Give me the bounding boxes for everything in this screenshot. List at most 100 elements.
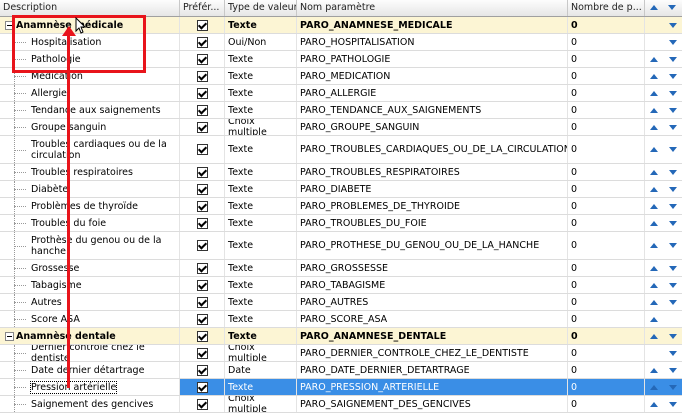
description-cell[interactable]: Allergie <box>0 85 180 101</box>
move-up-icon[interactable] <box>650 333 658 339</box>
move-up-cell[interactable] <box>645 294 663 310</box>
count-cell[interactable]: 0 <box>568 68 645 84</box>
table-row[interactable]: Tabagisme Texte PARO_TABAGISME 0 <box>0 277 682 294</box>
table-row[interactable]: Troubles respiratoires Texte PARO_TROUBL… <box>0 164 682 181</box>
parameter-name-cell[interactable]: PARO_TABAGISME <box>297 277 568 293</box>
preferred-cell[interactable] <box>180 17 225 33</box>
preferred-cell[interactable] <box>180 119 225 135</box>
move-up-cell[interactable] <box>645 102 663 118</box>
parameter-name-cell[interactable]: PARO_PATHOLOGIE <box>297 51 568 67</box>
move-down-icon[interactable] <box>668 22 677 28</box>
parameter-name-cell[interactable]: PARO_TROUBLES_RESPIRATOIRES <box>297 164 568 180</box>
count-cell[interactable]: 0 <box>568 198 645 214</box>
table-row[interactable]: Autres Texte PARO_AUTRES 0 <box>0 294 682 311</box>
move-down-cell[interactable] <box>663 164 682 180</box>
value-type-cell[interactable]: Texte <box>225 328 297 344</box>
parameter-name-cell[interactable]: PARO_TROUBLES_CARDIAQUES_OU_DE_LA_CIRCUL… <box>297 136 568 163</box>
move-down-cell[interactable] <box>663 34 682 50</box>
value-type-cell[interactable]: Texte <box>225 102 297 118</box>
preferred-cell[interactable] <box>180 294 225 310</box>
value-type-cell[interactable]: Texte <box>225 68 297 84</box>
header-move-down-icon[interactable] <box>668 5 676 10</box>
move-down-cell[interactable] <box>663 396 682 412</box>
count-cell[interactable]: 0 <box>568 102 645 118</box>
move-up-cell[interactable] <box>645 345 663 361</box>
value-type-cell[interactable]: Texte <box>225 181 297 197</box>
count-cell[interactable]: 0 <box>568 311 645 327</box>
parameter-name-cell[interactable]: PARO_PROBLEMES_DE_THYROIDE <box>297 198 568 214</box>
preferred-checkbox[interactable] <box>196 87 208 99</box>
value-type-cell[interactable]: Texte <box>225 136 297 163</box>
value-type-cell[interactable]: Date <box>225 362 297 378</box>
value-type-cell[interactable]: Texte <box>225 215 297 231</box>
move-down-icon[interactable] <box>668 186 677 192</box>
move-up-icon[interactable] <box>650 169 658 175</box>
description-cell[interactable]: Prothèse du genou ou de la hanche <box>0 232 180 259</box>
parameter-name-cell[interactable]: PARO_DIABETE <box>297 181 568 197</box>
group-row[interactable]: Anamnèse dentale Texte PARO_ANAMNESE_DEN… <box>0 328 682 345</box>
count-cell[interactable]: 0 <box>568 136 645 163</box>
preferred-checkbox[interactable] <box>196 296 208 308</box>
value-type-cell[interactable]: Texte <box>225 51 297 67</box>
move-down-cell[interactable] <box>663 198 682 214</box>
preferred-checkbox[interactable] <box>196 279 208 291</box>
table-row[interactable]: Troubles du foie Texte PARO_TROUBLES_DU_… <box>0 215 682 232</box>
move-down-cell[interactable] <box>663 379 682 395</box>
move-down-icon[interactable] <box>668 299 677 305</box>
move-up-cell[interactable] <box>645 119 663 135</box>
move-up-cell[interactable] <box>645 68 663 84</box>
move-down-cell[interactable] <box>663 345 682 361</box>
move-up-cell[interactable] <box>645 164 663 180</box>
move-up-icon[interactable] <box>650 73 658 79</box>
move-up-icon[interactable] <box>650 367 658 373</box>
preferred-checkbox[interactable] <box>196 240 208 251</box>
description-cell[interactable]: Troubles respiratoires <box>0 164 180 180</box>
count-cell[interactable]: 0 <box>568 277 645 293</box>
preferred-checkbox[interactable] <box>196 183 208 195</box>
value-type-cell[interactable]: Texte <box>225 17 297 33</box>
count-cell[interactable]: 0 <box>568 379 645 395</box>
table-row[interactable]: Allergie Texte PARO_ALLERGIE 0 <box>0 85 682 102</box>
preferred-checkbox[interactable] <box>196 70 208 82</box>
parameter-name-cell[interactable]: PARO_ANAMNESE_MEDICALE <box>297 17 568 33</box>
preferred-cell[interactable] <box>180 51 225 67</box>
move-down-icon[interactable] <box>668 169 677 175</box>
preferred-cell[interactable] <box>180 232 225 259</box>
move-down-cell[interactable] <box>663 85 682 101</box>
move-up-icon[interactable] <box>650 186 658 192</box>
preferred-checkbox[interactable] <box>196 313 208 325</box>
move-up-icon[interactable] <box>650 90 658 96</box>
move-up-cell[interactable] <box>645 277 663 293</box>
move-up-icon[interactable] <box>650 124 658 130</box>
value-type-cell[interactable]: Texte <box>225 294 297 310</box>
move-down-cell[interactable] <box>663 362 682 378</box>
move-up-cell[interactable] <box>645 34 663 50</box>
move-down-cell[interactable] <box>663 232 682 259</box>
parameter-name-cell[interactable]: PARO_DATE_DERNIER_DETARTRAGE <box>297 362 568 378</box>
move-up-cell[interactable] <box>645 215 663 231</box>
preferred-checkbox[interactable] <box>196 200 208 212</box>
count-cell[interactable]: 0 <box>568 34 645 50</box>
move-down-icon[interactable] <box>668 333 677 339</box>
move-down-icon[interactable] <box>668 147 677 152</box>
column-header-value-type[interactable]: Type de valeur <box>225 0 297 16</box>
preferred-cell[interactable] <box>180 277 225 293</box>
value-type-cell[interactable]: Texte <box>225 379 297 395</box>
move-up-icon[interactable] <box>650 147 658 152</box>
move-up-cell[interactable] <box>645 232 663 259</box>
move-up-cell[interactable] <box>645 136 663 163</box>
preferred-checkbox[interactable] <box>196 104 208 116</box>
preferred-checkbox[interactable] <box>196 166 208 178</box>
count-cell[interactable]: 0 <box>568 215 645 231</box>
preferred-checkbox[interactable] <box>196 53 208 65</box>
move-up-cell[interactable] <box>645 379 663 395</box>
preferred-cell[interactable] <box>180 181 225 197</box>
description-cell[interactable]: Tabagisme <box>0 277 180 293</box>
count-cell[interactable]: 0 <box>568 181 645 197</box>
preferred-checkbox[interactable] <box>196 347 208 359</box>
column-header-description[interactable]: Description <box>0 0 180 16</box>
count-cell[interactable]: 0 <box>568 345 645 361</box>
move-down-cell[interactable] <box>663 311 682 327</box>
move-up-cell[interactable] <box>645 362 663 378</box>
preferred-cell[interactable] <box>180 260 225 276</box>
